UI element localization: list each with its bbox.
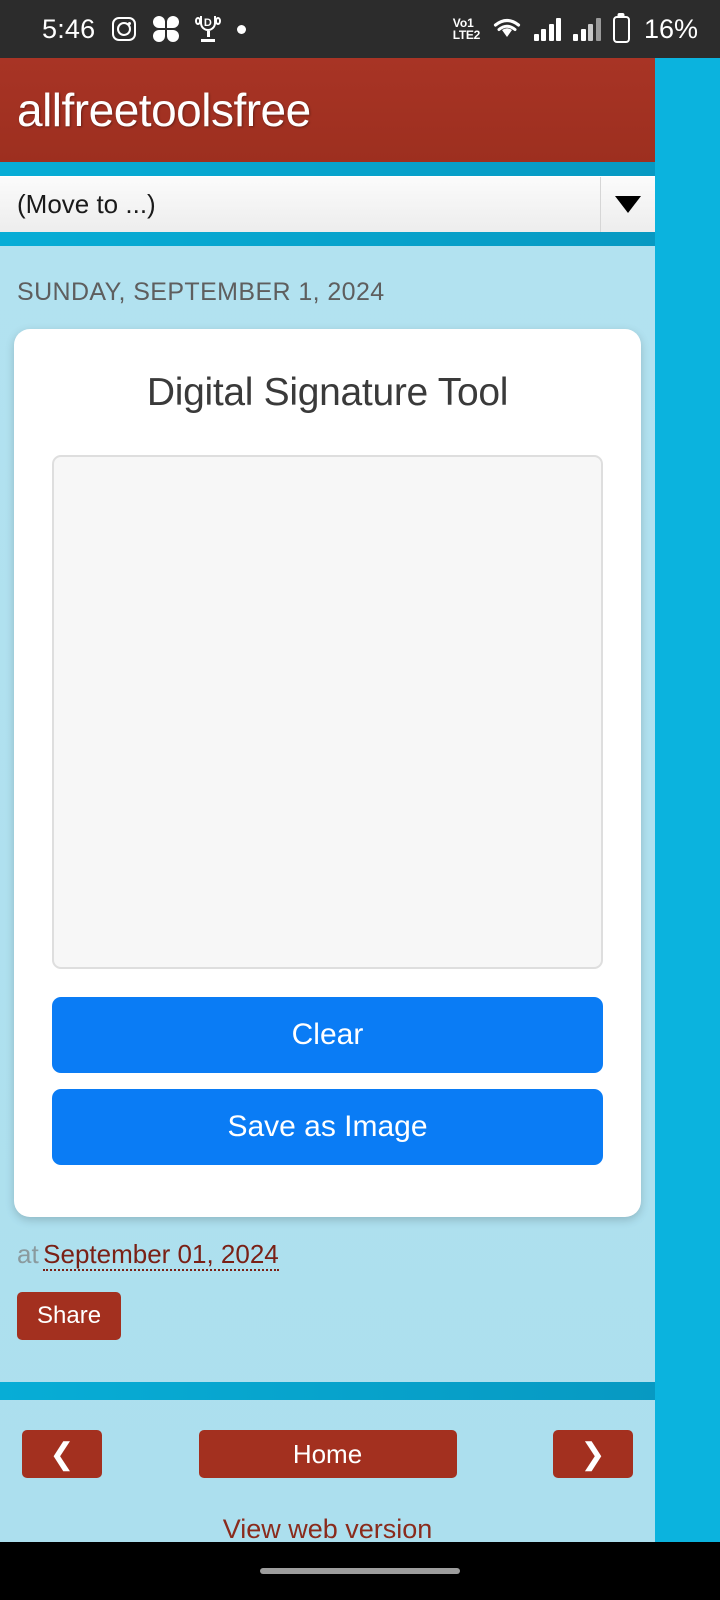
clear-button[interactable]: Clear xyxy=(52,997,603,1073)
signal-bars-sim2-icon xyxy=(573,17,601,41)
home-button[interactable]: Home xyxy=(198,1430,457,1478)
post-meta-at-label: at xyxy=(17,1239,39,1269)
instagram-icon xyxy=(112,17,137,41)
tool-actions: Clear Save as Image xyxy=(52,997,603,1165)
tool-title: Digital Signature Tool xyxy=(146,371,509,414)
digital-signature-card: Digital Signature Tool Clear Save as Ima… xyxy=(14,329,641,1217)
gesture-pill[interactable] xyxy=(260,1568,460,1574)
signal-bars-sim1-icon xyxy=(533,17,562,41)
post-timestamp-link[interactable]: September 01, 2024 xyxy=(43,1239,279,1271)
save-as-image-button[interactable]: Save as Image xyxy=(52,1089,603,1165)
battery-icon xyxy=(612,15,630,43)
select-divider xyxy=(0,232,655,246)
page-content: allfreetoolsfree (Move to ...) SUNDAY, S… xyxy=(0,58,655,1542)
phone-screen: 5:46 D Vo1 LTE2 16% allfreetoolsfree (Mo… xyxy=(0,0,720,1600)
status-bar-clock: 5:46 xyxy=(42,13,96,44)
dot-icon xyxy=(237,24,247,34)
flower-icon xyxy=(153,16,180,42)
share-button[interactable]: Share xyxy=(17,1292,122,1340)
move-to-select[interactable]: (Move to ...) xyxy=(0,176,655,232)
trophy-icon: D xyxy=(195,16,222,42)
wifi-icon xyxy=(492,17,522,41)
volte-icon: Vo1 LTE2 xyxy=(452,17,481,42)
next-post-button[interactable]: ❯ xyxy=(553,1430,633,1478)
status-bar-right: Vo1 LTE2 16% xyxy=(453,14,698,45)
status-bar: 5:46 D Vo1 LTE2 16% xyxy=(0,0,720,58)
previous-post-button[interactable]: ❮ xyxy=(22,1430,102,1478)
chevron-down-icon xyxy=(615,196,641,213)
blog-header: allfreetoolsfree xyxy=(0,58,655,162)
volte-line2: LTE2 xyxy=(452,28,481,42)
post-navigation: ❮ Home ❯ xyxy=(0,1400,655,1478)
battery-percent-label: 16% xyxy=(643,13,698,44)
move-to-select-arrow-button[interactable] xyxy=(600,177,655,232)
post-date-header: SUNDAY, SEPTEMBER 1, 2024 xyxy=(0,246,655,329)
blog-title[interactable]: allfreetoolsfree xyxy=(17,83,311,137)
android-navigation-bar xyxy=(0,1542,720,1600)
post-meta: at September 01, 2024 xyxy=(0,1217,655,1271)
signature-canvas[interactable] xyxy=(52,455,603,969)
move-to-select-value: (Move to ...) xyxy=(17,189,156,219)
header-divider xyxy=(0,162,655,176)
view-web-version-link[interactable]: View web version xyxy=(0,1514,655,1542)
post-date-header-label: SUNDAY, SEPTEMBER 1, 2024 xyxy=(17,278,385,306)
status-bar-left: 5:46 D xyxy=(42,13,247,45)
footer-divider xyxy=(0,1382,655,1400)
